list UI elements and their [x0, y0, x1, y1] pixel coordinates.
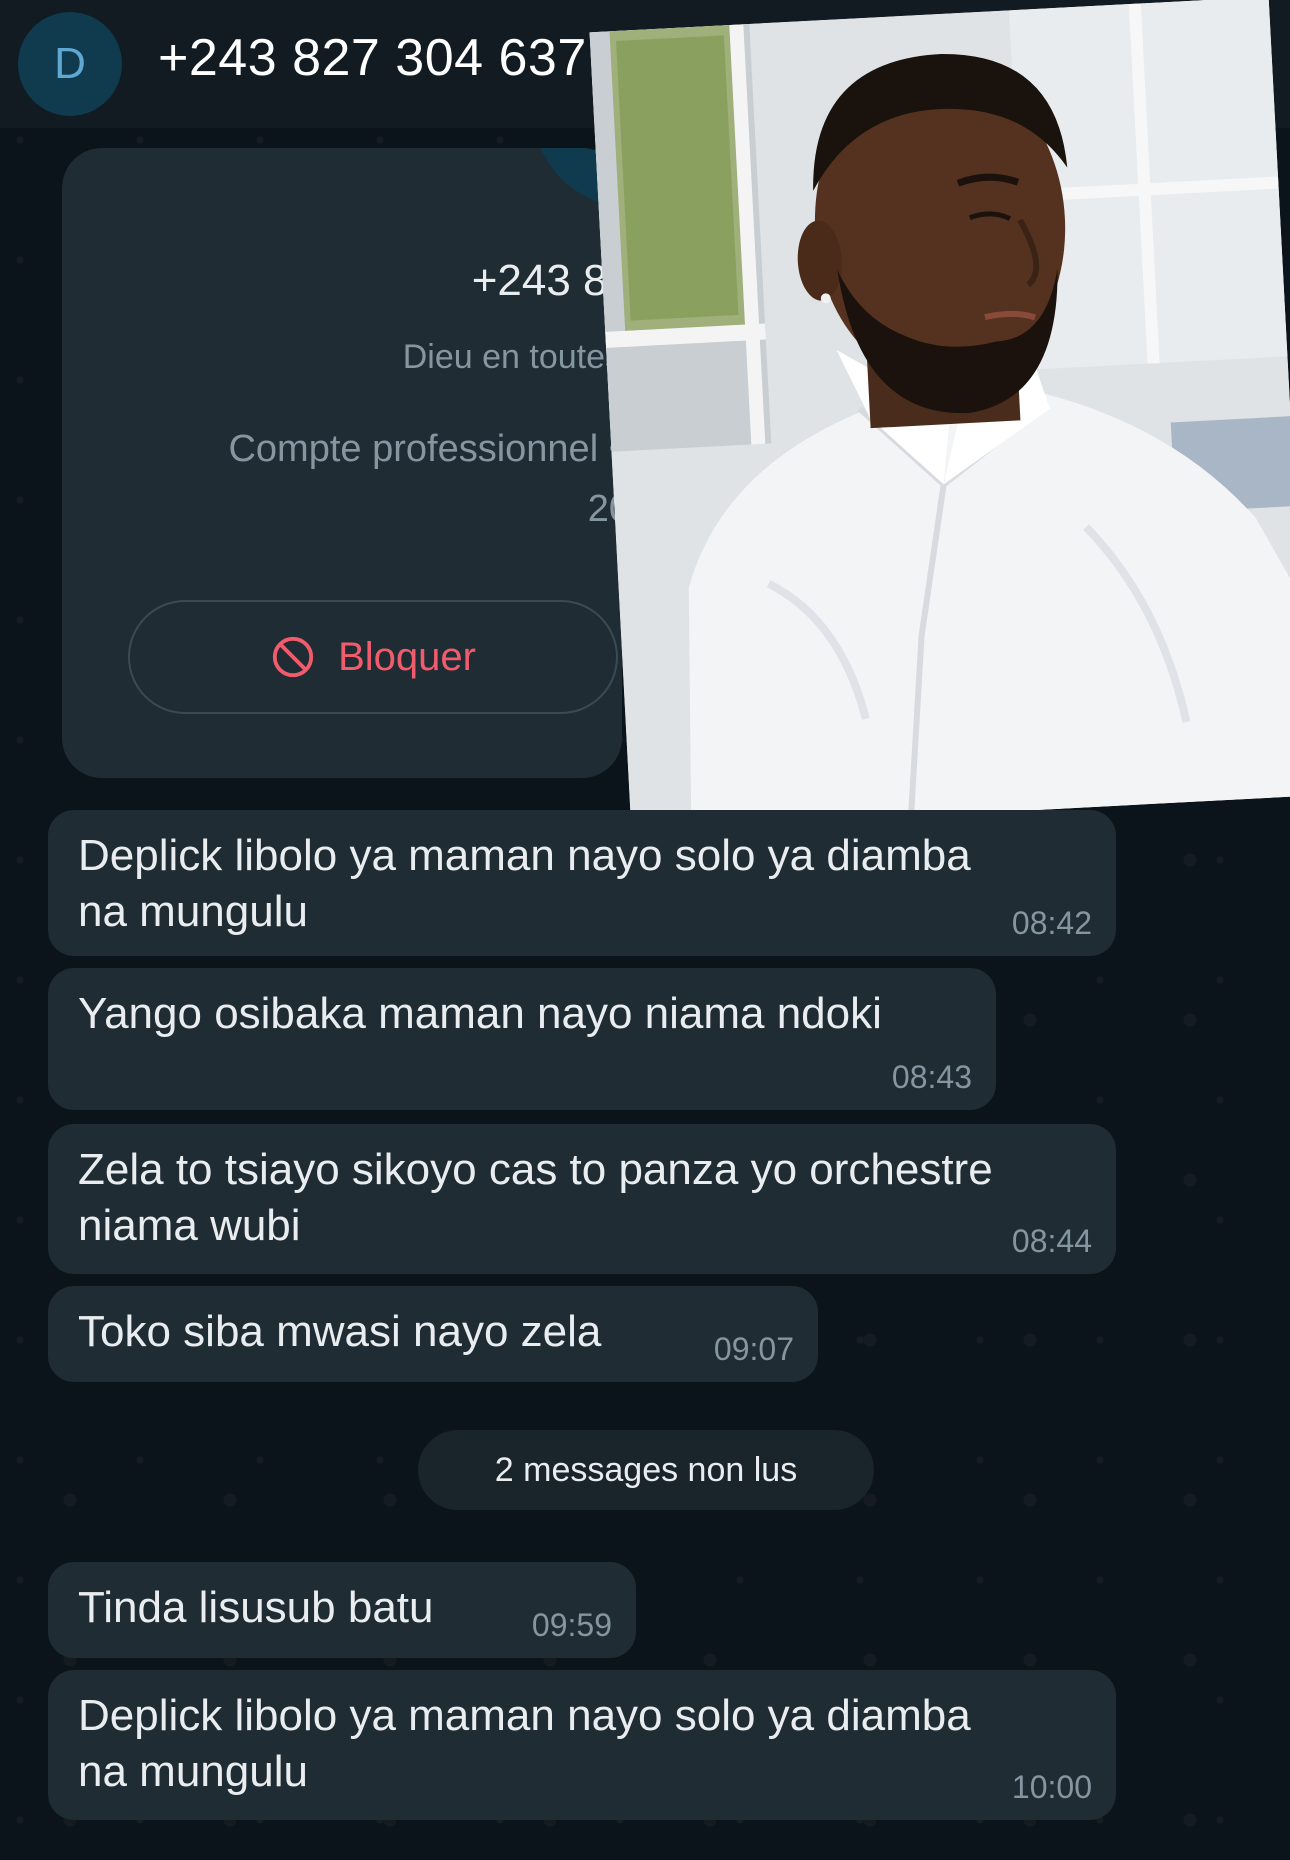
unread-messages-divider: 2 messages non lus — [418, 1430, 874, 1510]
message-time: 09:07 — [713, 1331, 794, 1367]
message-text: Deplick libolo ya maman nayo solo ya dia… — [78, 1691, 971, 1796]
block-button[interactable]: Bloquer — [128, 600, 618, 714]
message-time: 08:43 — [891, 1059, 972, 1095]
message-bubble[interactable]: Deplick libolo ya maman nayo solo ya dia… — [48, 1670, 1116, 1820]
contact-avatar[interactable]: D — [18, 12, 122, 116]
message-time: 08:44 — [1011, 1223, 1092, 1259]
message-time: 10:00 — [1011, 1769, 1092, 1805]
overlay-photo — [589, 0, 1290, 832]
message-bubble[interactable]: Deplick libolo ya maman nayo solo ya dia… — [48, 810, 1116, 956]
message-text: Toko siba mwasi nayo zela — [78, 1307, 602, 1356]
block-button-label: Bloquer — [338, 634, 476, 679]
block-icon — [272, 636, 314, 678]
message-text: Zela to tsiayo sikoyo cas to panza yo or… — [78, 1145, 993, 1250]
message-bubble[interactable]: Yango osibaka maman nayo niama ndoki 08:… — [48, 968, 996, 1110]
photo-illustration — [589, 0, 1290, 832]
message-time: 09:59 — [531, 1607, 612, 1643]
message-text: Deplick libolo ya maman nayo solo ya dia… — [78, 831, 971, 936]
card-phone-number: +243 82 — [471, 256, 622, 305]
message-time: 08:42 — [1011, 905, 1092, 941]
message-text: Yango osibaka maman nayo niama ndoki — [78, 989, 882, 1038]
message-bubble[interactable]: Tinda lisusub batu 09:59 — [48, 1562, 636, 1658]
chat-title[interactable]: +243 827 304 637 — [158, 28, 587, 88]
message-bubble[interactable]: Zela to tsiayo sikoyo cas to panza yo or… — [48, 1124, 1116, 1274]
card-account-type: Compte professionnel • — [228, 428, 622, 470]
contact-info-card: +243 82 Dieu en toutes Compte profession… — [62, 148, 622, 778]
bottom-edge — [0, 1838, 1290, 1860]
avatar-letter: D — [54, 39, 86, 88]
message-bubble[interactable]: Toko siba mwasi nayo zela 09:07 — [48, 1286, 818, 1382]
message-text: Tinda lisusub batu — [78, 1583, 434, 1632]
card-status-text: Dieu en toutes — [402, 338, 622, 376]
